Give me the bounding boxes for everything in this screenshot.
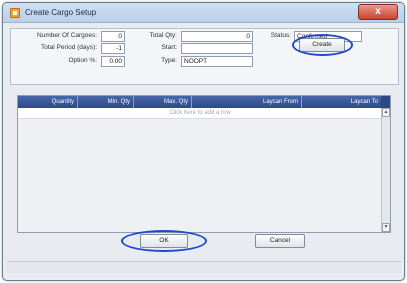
- column-header-laycan-from[interactable]: Laycan From: [192, 96, 302, 108]
- grid-vertical-scrollbar[interactable]: ▲ ▼: [381, 108, 390, 232]
- total-qty-label: Total Qty:: [149, 32, 177, 39]
- start-field[interactable]: [181, 43, 253, 54]
- close-icon: x: [375, 6, 381, 17]
- grid-header: Quantity Min. Qty Max. Qty Laycan From L…: [18, 96, 382, 108]
- scroll-up-arrow-icon[interactable]: ▲: [382, 108, 390, 117]
- scroll-down-arrow-icon[interactable]: ▼: [382, 223, 390, 232]
- column-header-min-qty[interactable]: Min. Qty: [78, 96, 134, 108]
- column-header-quantity[interactable]: Quantity: [18, 96, 78, 108]
- number-of-cargoes-field[interactable]: 0: [101, 31, 125, 42]
- column-header-laycan-to[interactable]: Laycan To: [302, 96, 382, 108]
- option-pct-label: Option %:: [68, 57, 97, 64]
- grid-header-corner: [381, 96, 390, 108]
- total-qty-field[interactable]: 0: [181, 31, 253, 42]
- column-header-max-qty[interactable]: Max. Qty: [134, 96, 192, 108]
- cancel-button[interactable]: Cancel: [255, 234, 305, 248]
- window-title: Create Cargo Setup: [25, 8, 97, 17]
- type-field[interactable]: NOOPT: [181, 56, 253, 67]
- status-bar: [7, 261, 401, 273]
- total-period-field[interactable]: -1: [101, 43, 125, 54]
- title-bar[interactable]: Create Cargo Setup x: [3, 3, 404, 23]
- cargo-grid: Quantity Min. Qty Max. Qty Laycan From L…: [17, 95, 391, 233]
- create-button-highlight: [292, 34, 353, 56]
- type-label: Type:: [161, 57, 177, 64]
- add-row-placeholder[interactable]: Click here to add a row: [18, 108, 382, 119]
- option-pct-field[interactable]: 0.00: [101, 56, 125, 67]
- status-label: Status:: [270, 32, 291, 39]
- ok-button-highlight: [121, 230, 207, 252]
- number-of-cargoes-label: Number Of Cargoes:: [37, 32, 97, 39]
- total-period-label: Total Period (days):: [41, 44, 97, 51]
- start-label: Start:: [161, 44, 177, 51]
- cargo-setup-icon: [10, 8, 20, 18]
- close-button[interactable]: x: [358, 4, 398, 20]
- create-cargo-setup-dialog: Create Cargo Setup x Number Of Cargoes: …: [2, 2, 405, 281]
